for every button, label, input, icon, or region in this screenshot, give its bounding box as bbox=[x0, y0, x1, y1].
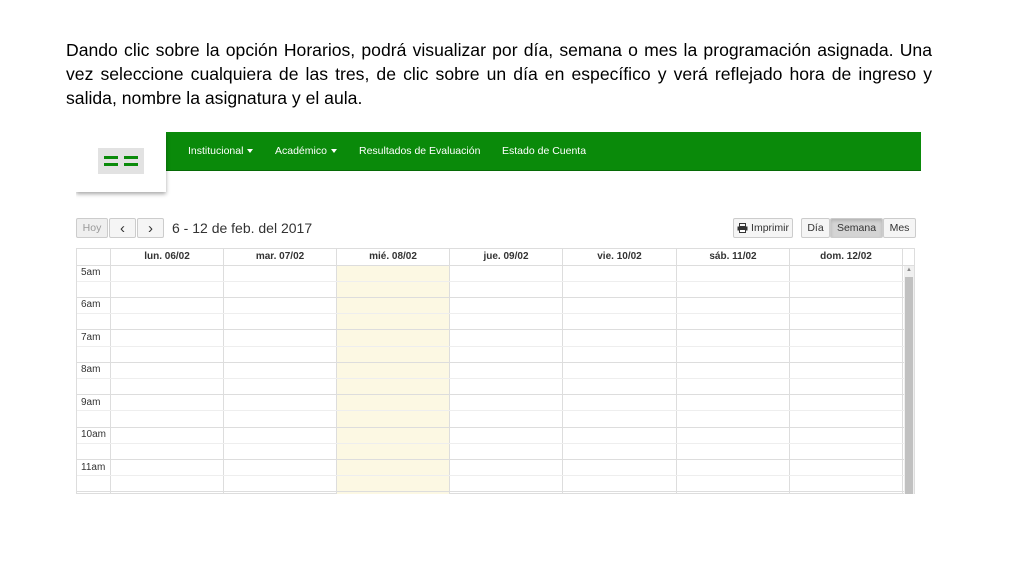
day-header-mon[interactable]: lun. 06/02 bbox=[111, 249, 224, 265]
time-label-5am: 5am bbox=[81, 267, 101, 278]
nav-item-resultados-evaluacion[interactable]: Resultados de Evaluación bbox=[359, 145, 480, 157]
day-header-tue[interactable]: mar. 07/02 bbox=[224, 249, 337, 265]
instruction-paragraph: Dando clic sobre la opción Horarios, pod… bbox=[66, 40, 932, 108]
time-label-11am: 11am bbox=[81, 462, 106, 473]
day-header-thu[interactable]: jue. 09/02 bbox=[450, 249, 563, 265]
date-range-title: 6 - 12 de feb. del 2017 bbox=[172, 220, 313, 236]
time-label-6am: 6am bbox=[81, 299, 101, 310]
next-week-button[interactable]: › bbox=[137, 218, 164, 238]
schedule-app: Institucional Académico Resultados de Ev… bbox=[76, 132, 921, 494]
view-week-button[interactable]: Semana bbox=[830, 218, 883, 238]
logo[interactable] bbox=[76, 132, 166, 192]
nav-item-estado-cuenta[interactable]: Estado de Cuenta bbox=[502, 145, 586, 157]
logo-icon bbox=[98, 148, 144, 174]
nav-item-academico[interactable]: Académico bbox=[275, 145, 337, 157]
scroll-up-arrow-icon[interactable]: ▲ bbox=[906, 267, 912, 273]
day-header-sat[interactable]: sáb. 11/02 bbox=[677, 249, 790, 265]
view-month-button[interactable]: Mes bbox=[883, 218, 916, 238]
view-day-button[interactable]: Día bbox=[801, 218, 830, 238]
day-header-wed[interactable]: mié. 08/02 bbox=[337, 249, 450, 265]
chevron-right-icon: › bbox=[148, 219, 153, 237]
scrollbar-thumb[interactable] bbox=[905, 277, 913, 494]
day-header-sun[interactable]: dom. 12/02 bbox=[790, 249, 903, 265]
chevron-left-icon: ‹ bbox=[120, 219, 125, 237]
caret-down-icon bbox=[247, 149, 254, 154]
printer-icon bbox=[737, 223, 748, 233]
today-button[interactable]: Hoy bbox=[76, 218, 108, 238]
time-label-10am: 10am bbox=[81, 429, 107, 440]
week-calendar-grid: lun. 06/02 mar. 07/02 mié. 08/02 jue. 09… bbox=[76, 248, 915, 494]
day-header-fri[interactable]: vie. 10/02 bbox=[563, 249, 677, 265]
prev-week-button[interactable]: ‹ bbox=[109, 218, 136, 238]
time-label-7am: 7am bbox=[81, 332, 101, 343]
nav-item-institucional[interactable]: Institucional bbox=[188, 145, 254, 157]
time-label-9am: 9am bbox=[81, 397, 101, 408]
time-label-8am: 8am bbox=[81, 364, 101, 375]
top-navbar: Institucional Académico Resultados de Ev… bbox=[76, 132, 921, 171]
caret-down-icon bbox=[330, 149, 337, 154]
print-button[interactable]: Imprimir bbox=[733, 218, 793, 238]
